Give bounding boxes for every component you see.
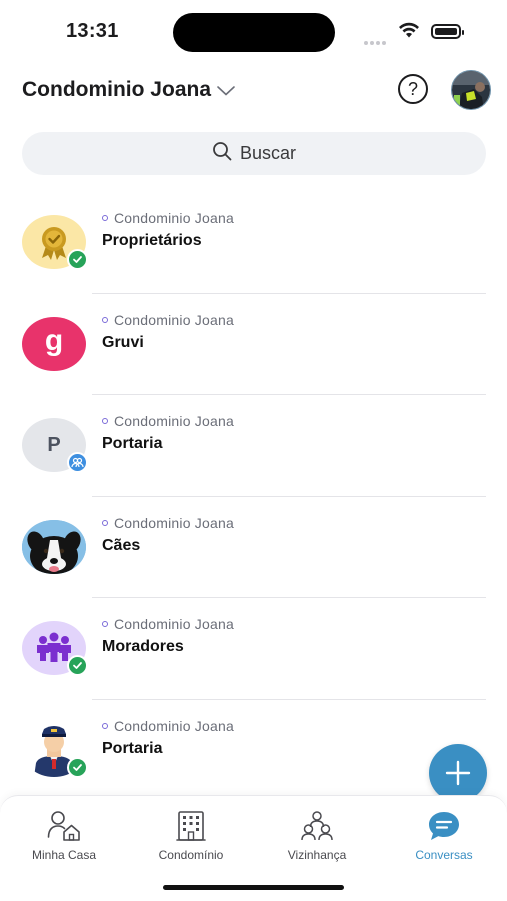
conversation-name: Moradores [102,638,184,655]
condo-title: Condominio Joana [22,78,211,101]
chat-bubble-icon [427,810,461,842]
group-badge-icon [67,452,88,473]
conversation-name: Portaria [102,739,163,757]
tab-vizinhanca[interactable]: Vizinhança [257,796,377,871]
condo-dot-icon [102,215,108,221]
search-icon [212,141,232,166]
conversation-avatar [22,621,88,676]
conversation-avatar: P [22,418,88,473]
verified-badge-icon [67,249,88,270]
condo-dot-icon [102,418,108,424]
tab-label: Minha Casa [31,848,97,862]
tab-label: Condomínio [158,848,224,862]
wifi-icon [398,22,420,43]
battery-icon [431,24,464,39]
help-button[interactable]: ? [398,74,428,104]
conversation-item[interactable]: Condominio Joana Portaria [0,700,507,802]
conversation-avatar [22,723,88,778]
dynamic-island [173,13,335,52]
tab-minha-casa[interactable]: Minha Casa [4,796,124,871]
conversation-item[interactable]: Condominio Joana Proprietários [0,192,507,294]
status-bar: 13:31 [0,0,507,62]
search-bar[interactable]: Buscar [22,132,486,175]
conversation-condo: Condominio Joana [114,210,234,226]
conversation-condo: Condominio Joana [114,514,234,531]
conversation-avatar: g [22,316,86,371]
person-house-icon [47,810,81,842]
condo-dot-icon [102,316,108,323]
building-icon [176,810,206,842]
conversation-name: Portaria [102,435,163,452]
condo-selector[interactable]: Condominio Joana [22,78,235,102]
condo-dot-icon [102,722,108,729]
avatar-letter: P [47,433,61,456]
profile-avatar[interactable] [451,70,491,110]
conversation-condo: Condominio Joana [114,413,234,429]
conversation-item[interactable]: P Condominio Joana Portaria [0,395,507,497]
chevron-down-icon [217,83,235,101]
conversation-condo: Condominio Joana [114,616,234,632]
tab-label: Vizinhança [287,848,347,862]
plus-icon [445,760,471,786]
conversation-item[interactable]: Condominio Joana Cães [0,497,507,598]
condo-dot-icon [102,621,108,627]
conversation-item[interactable]: Condominio Joana Moradores [0,598,507,700]
conversation-name: Proprietários [102,232,202,249]
new-conversation-button[interactable] [429,744,487,802]
conversation-item[interactable]: g Condominio Joana Gruvi [0,294,507,395]
neighbors-icon [300,810,334,842]
condo-dot-icon [102,519,108,526]
search-placeholder: Buscar [239,143,297,163]
header: Condominio Joana ? [0,62,507,118]
conversation-avatar [22,519,86,574]
conversation-condo: Condominio Joana [114,311,234,328]
gruvi-logo: g [44,323,64,357]
verified-badge-icon [67,756,88,778]
dog-photo [22,519,86,574]
conversation-avatar [22,215,88,270]
signal-icon [364,32,388,50]
question-icon: ? [407,78,418,99]
verified-badge-icon [67,655,88,676]
conversation-name: Cães [102,536,141,554]
tab-conversas[interactable]: Conversas [384,796,504,871]
conversation-list: Condominio Joana Proprietários g Condomi… [0,192,507,801]
home-indicator [163,885,344,890]
conversation-condo: Condominio Joana [114,717,234,734]
tab-condominio[interactable]: Condomínio [131,796,251,871]
conversation-name: Gruvi [102,333,144,351]
tab-label: Conversas [415,848,473,862]
status-time: 13:31 [66,20,119,42]
